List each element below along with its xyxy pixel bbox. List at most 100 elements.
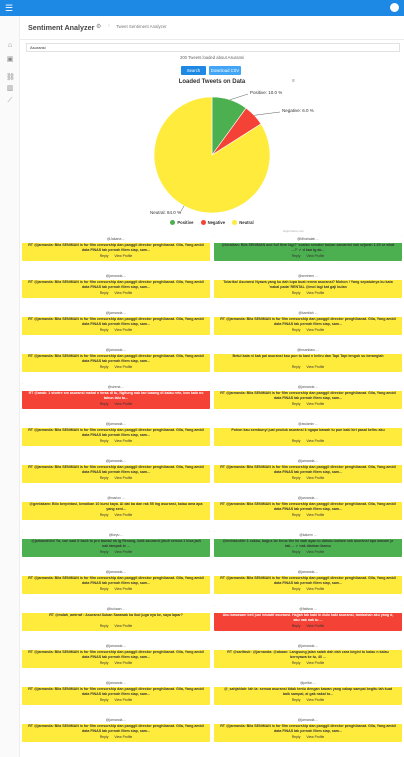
reply-link[interactable]: Reply: [292, 661, 301, 665]
view-profile-link[interactable]: View Profile: [306, 254, 324, 258]
view-profile-link[interactable]: View Profile: [306, 661, 324, 665]
tweet-actions: Reply View Profile: [22, 364, 210, 370]
legend-item-neutral[interactable]: Neutral: [232, 220, 254, 225]
page-title: Sentiment Analyzer: [28, 23, 95, 32]
view-profile-link[interactable]: View Profile: [306, 439, 324, 443]
chart-legend: Positive Negative Neutral: [20, 220, 404, 226]
tweet-text: Pohon kau sembunyi jual produk asuransi …: [231, 428, 385, 432]
trend-icon[interactable]: ⟋: [6, 97, 14, 105]
reply-link[interactable]: Reply: [100, 587, 109, 591]
search-input[interactable]: Asuransi: [26, 43, 400, 52]
download-csv-button[interactable]: Download CSV: [209, 66, 241, 75]
page-header: Sentiment Analyzer ⚙ › Tweet Sentiment A…: [20, 16, 404, 40]
home-icon[interactable]: ⌂: [6, 42, 14, 50]
tweet-meta: @kakem ...: [214, 531, 402, 539]
view-profile-link[interactable]: View Profile: [114, 476, 132, 480]
reply-link[interactable]: Reply: [100, 735, 109, 739]
tweet-actions: Reply View Profile: [22, 586, 210, 592]
reply-link[interactable]: Reply: [292, 402, 301, 406]
reply-link[interactable]: Reply: [100, 328, 109, 332]
settings-icon[interactable]: ⚙: [96, 23, 103, 30]
breadcrumb[interactable]: Tweet Sentiment Analyzer: [116, 24, 167, 29]
tweet-actions: Reply View Profile: [214, 401, 402, 407]
view-profile-link[interactable]: View Profile: [114, 735, 132, 739]
view-profile-link[interactable]: View Profile: [114, 550, 132, 554]
reply-link[interactable]: Reply: [100, 291, 109, 295]
link-icon[interactable]: ⛓: [6, 74, 15, 82]
view-profile-link[interactable]: View Profile: [114, 291, 132, 295]
reply-link[interactable]: Reply: [292, 550, 301, 554]
view-profile-link[interactable]: View Profile: [306, 291, 324, 295]
tweet-card: @buhaan ... RT @mdah_amirraf : Asuransi S…: [22, 605, 210, 631]
pie-chart: Positive: 10.0 % Negative: 6.0 % Neutral: …: [150, 90, 314, 215]
tweet-meta: @jarnanda ...: [214, 494, 402, 502]
view-profile-link[interactable]: View Profile: [306, 550, 324, 554]
tweet-meta: @jarnanda ...: [214, 457, 402, 465]
reply-link[interactable]: Reply: [292, 513, 301, 517]
view-profile-link[interactable]: View Profile: [306, 698, 324, 702]
search-button[interactable]: Search: [181, 66, 206, 75]
view-profile-link[interactable]: View Profile: [306, 624, 324, 628]
reply-link[interactable]: Reply: [292, 735, 301, 739]
tweet-text: @kiraikan: Bila SENIMAN and full flem la…: [221, 243, 395, 252]
view-profile-link[interactable]: View Profile: [306, 402, 324, 406]
chart-menu-icon[interactable]: ≡: [292, 79, 298, 84]
reply-link[interactable]: Reply: [292, 291, 301, 295]
reply-link[interactable]: Reply: [292, 254, 301, 258]
reply-link[interactable]: Reply: [100, 365, 109, 369]
tweet-actions: Reply View Profile: [22, 327, 210, 333]
tweet-actions: Reply View Profile: [214, 475, 402, 481]
top-app-bar: ☰: [0, 0, 404, 16]
tweet-text: RT @jarnanda: Bila SENIMAN is for film c…: [28, 465, 204, 474]
tweet-card: @sirena ... RT @anak: 1 stortre sm asuran…: [22, 383, 210, 409]
legend-item-negative[interactable]: Negative: [200, 220, 225, 225]
reply-link[interactable]: Reply: [292, 624, 301, 628]
reply-link[interactable]: Reply: [100, 698, 109, 702]
reply-link[interactable]: Reply: [292, 328, 301, 332]
view-profile-link[interactable]: View Profile: [114, 439, 132, 443]
menu-icon[interactable]: ☰: [5, 3, 13, 13]
tweet-text: RT @jarnanda: Bila SENIMAN is for film c…: [220, 502, 396, 511]
view-profile-link[interactable]: View Profile: [306, 328, 324, 332]
view-profile-link[interactable]: View Profile: [114, 254, 132, 258]
view-profile-link[interactable]: View Profile: [114, 698, 132, 702]
legend-item-positive[interactable]: Positive: [170, 220, 193, 225]
tweet-card: @jarnanda ... RT @jarnanda: Bila SENIMAN …: [214, 716, 402, 742]
chart-icon[interactable]: ▥: [6, 85, 14, 93]
tweet-card: @pelkin ... @_sahjahlah: lah la: semua as…: [214, 679, 402, 705]
view-profile-link[interactable]: View Profile: [306, 365, 324, 369]
reply-link[interactable]: Reply: [100, 513, 109, 517]
view-profile-link[interactable]: View Profile: [114, 661, 132, 665]
reply-link[interactable]: Reply: [100, 439, 109, 443]
view-profile-link[interactable]: View Profile: [114, 513, 132, 517]
reply-link[interactable]: Reply: [100, 661, 109, 665]
view-profile-link[interactable]: View Profile: [114, 624, 132, 628]
reply-link[interactable]: Reply: [292, 587, 301, 591]
view-profile-link[interactable]: View Profile: [306, 735, 324, 739]
reply-link[interactable]: Reply: [100, 402, 109, 406]
tweet-actions: Reply View Profile: [214, 734, 402, 740]
view-profile-link[interactable]: View Profile: [306, 513, 324, 517]
reply-link[interactable]: Reply: [292, 365, 301, 369]
view-profile-link[interactable]: View Profile: [114, 402, 132, 406]
view-profile-link[interactable]: View Profile: [114, 365, 132, 369]
dashboard-icon[interactable]: ▣: [6, 56, 14, 64]
tweet-meta: @insanbaru ...: [214, 346, 402, 354]
view-profile-link[interactable]: View Profile: [306, 587, 324, 591]
view-profile-link[interactable]: View Profile: [306, 476, 324, 480]
view-profile-link[interactable]: View Profile: [114, 587, 132, 591]
chart-credit[interactable]: Highcharts.com: [283, 229, 304, 233]
reply-link[interactable]: Reply: [292, 476, 301, 480]
tweet-meta: @jarnanda ...: [214, 383, 402, 391]
tweet-meta: @jarnanda ...: [22, 346, 210, 354]
reply-link[interactable]: Reply: [100, 624, 109, 628]
tweet-actions: Reply View Profile: [214, 586, 402, 592]
account-avatar[interactable]: [390, 3, 399, 12]
tweet-card: @jarnanda ... RT @jarnanda: Bila SENIMAN …: [214, 457, 402, 483]
reply-link[interactable]: Reply: [292, 439, 301, 443]
reply-link[interactable]: Reply: [100, 476, 109, 480]
view-profile-link[interactable]: View Profile: [114, 328, 132, 332]
reply-link[interactable]: Reply: [100, 550, 109, 554]
reply-link[interactable]: Reply: [100, 254, 109, 258]
reply-link[interactable]: Reply: [292, 698, 301, 702]
